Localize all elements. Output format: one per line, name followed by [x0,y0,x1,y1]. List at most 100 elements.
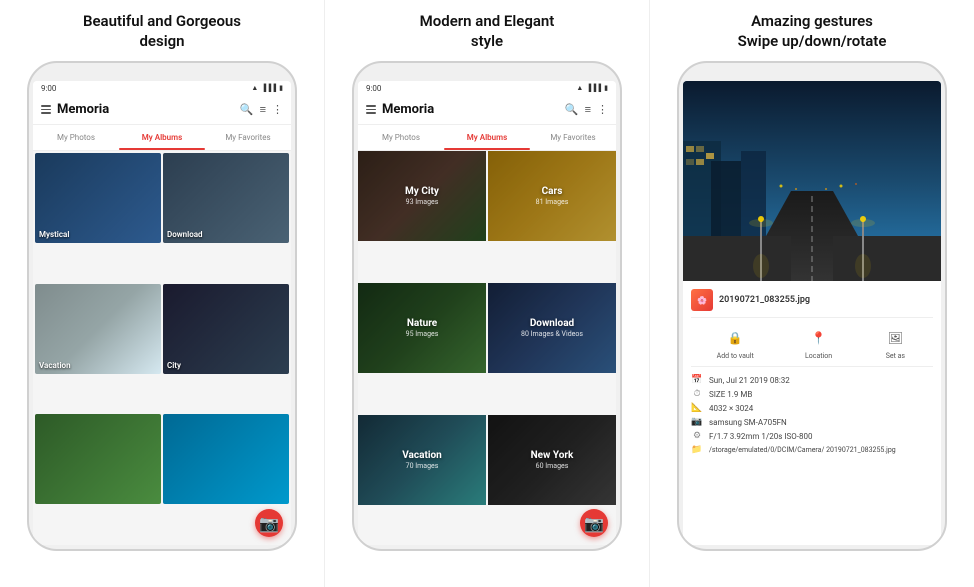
album-ocean[interactable] [163,414,289,504]
setas-label: Set as [886,352,905,360]
album-nature[interactable]: Nature 95 Images [358,283,486,373]
location-btn[interactable]: 📍 Location [805,326,832,360]
album-newyork-name: New York [531,450,574,461]
app-bar-1: Memoria 🔍 ≡ ⋮ [33,95,291,125]
wifi-icon-1: ▲ [251,84,258,92]
tabs-1: My Photos My Albums My Favorites [33,125,291,151]
status-icons-2: ▲ ▐▐▐ ▮ [576,84,608,92]
album-nature-count: 95 Images [406,330,439,338]
file-name-row: 🌸 20190721_083255.jpg [691,289,933,318]
signal-icon-1: ▐▐▐ [261,84,276,92]
album-nature-overlay: Nature 95 Images [358,283,486,373]
search-icon-1[interactable]: 🔍 [240,103,254,116]
filter-icon-2[interactable]: ≡ [585,103,591,116]
fab-1[interactable]: 📷 [255,509,283,537]
photo-hero [683,81,941,281]
album-vacation[interactable]: Vacation [35,284,161,374]
album-mycity[interactable]: My City 93 Images [358,151,486,241]
album-mystical-label: Mystical [39,230,69,239]
album-cars-name: Cars [542,186,563,197]
album-mystical[interactable]: Mystical [35,153,161,243]
status-bar-1: 9:00 ▲ ▐▐▐ ▮ [33,81,291,95]
section-1-title-line2: design [139,32,184,50]
meta-size-text: SIZE 1.9 MB [709,390,752,399]
section-3-title: Amazing gestures Swipe up/down/rotate [738,12,887,51]
album-mycity-overlay: My City 93 Images [358,151,486,241]
album-vacation2-count: 70 Images [406,462,439,470]
album-vacation-label: Vacation [39,361,71,370]
section-2: Modern and Elegant style 9:00 ▲ ▐▐▐ ▮ [325,0,650,587]
album-download2-name: Download [530,318,574,329]
vault-label: Add to vault [717,352,754,360]
more-icon-2[interactable]: ⋮ [597,103,608,116]
album-vacation2-name: Vacation [402,450,442,461]
fab-2[interactable]: 📷 [580,509,608,537]
dims-icon: 📐 [691,403,703,413]
wifi-icon-2: ▲ [576,84,583,92]
phone-3-screen: 🌸 20190721_083255.jpg 🔒 Add to vault 📍 L… [683,81,941,545]
file-icon: 🌸 [691,289,713,311]
album-newyork[interactable]: New York 60 Images [488,415,616,505]
album-cars[interactable]: Cars 81 Images [488,151,616,241]
camera-icon: 📷 [691,417,703,427]
meta-device: 📷 samsung SM-A705FN [691,417,933,427]
album-mycity-count: 93 Images [406,198,439,206]
tab-1-myphotos[interactable]: My Photos [33,125,119,150]
phone-1: 9:00 ▲ ▐▐▐ ▮ Memoria 🔍 ≡ [27,61,297,551]
phone-3: 🌸 20190721_083255.jpg 🔒 Add to vault 📍 L… [677,61,947,551]
phone-2: 9:00 ▲ ▐▐▐ ▮ Memoria 🔍 ≡ ⋮ [352,61,622,551]
meta-date-text: Sun, Jul 21 2019 08:32 [709,376,790,385]
album-nature-name: Nature [407,318,437,329]
app-title-2: Memoria [382,102,565,117]
album-newyork-count: 60 Images [536,462,569,470]
vault-icon: 🔒 [723,326,747,350]
meta-dims: 📐 4032 × 3024 [691,403,933,413]
section-2-title-line2: style [471,32,503,50]
set-as-btn[interactable]: 🖼 Set as [883,326,907,360]
album-vacation2-overlay: Vacation 70 Images [358,415,486,505]
app-bar-icons-2: 🔍 ≡ ⋮ [565,103,608,116]
app-bar-2: Memoria 🔍 ≡ ⋮ [358,95,616,125]
section-1-title: Beautiful and Gorgeous design [83,12,241,51]
album-download[interactable]: Download [163,153,289,243]
phone-2-screen: 9:00 ▲ ▐▐▐ ▮ Memoria 🔍 ≡ ⋮ [358,81,616,545]
setas-icon: 🖼 [883,326,907,350]
album-download2[interactable]: Download 80 Images & Videos [488,283,616,373]
album-city[interactable]: City [163,284,289,374]
album-download2-count: 80 Images & Videos [521,330,583,338]
tab-1-myfavorites[interactable]: My Favorites [205,125,291,150]
filter-icon-1[interactable]: ≡ [260,103,266,116]
album-cars-overlay: Cars 81 Images [488,151,616,241]
search-icon-2[interactable]: 🔍 [565,103,579,116]
album-download-label: Download [167,230,203,239]
tab-1-myalbums[interactable]: My Albums [119,125,205,150]
menu-icon-2[interactable] [366,105,376,114]
file-name: 20190721_083255.jpg [719,295,810,305]
location-icon: 📍 [807,326,831,350]
add-to-vault-btn[interactable]: 🔒 Add to vault [717,326,754,360]
action-row: 🔒 Add to vault 📍 Location 🖼 Set as [691,326,933,367]
meta-settings: ⚙ F/1.7 3.92mm 1/20s ISO-800 [691,431,933,441]
album-vacation2[interactable]: Vacation 70 Images [358,415,486,505]
album-newyork-overlay: New York 60 Images [488,415,616,505]
app-bar-icons-1: 🔍 ≡ ⋮ [240,103,283,116]
menu-icon-1[interactable] [41,105,51,114]
meta-date: 📅 Sun, Jul 21 2019 08:32 [691,375,933,385]
tab-2-myphotos[interactable]: My Photos [358,125,444,150]
tab-2-myfavorites[interactable]: My Favorites [530,125,616,150]
section-1-title-line1: Beautiful and Gorgeous [83,12,241,30]
more-icon-1[interactable]: ⋮ [272,103,283,116]
meta-path: 📁 /storage/emulated/0/DCIM/Camera/ 20190… [691,445,933,455]
tab-2-myalbums[interactable]: My Albums [444,125,530,150]
section-3: Amazing gestures Swipe up/down/rotate [650,0,974,587]
section-1: Beautiful and Gorgeous design 9:00 ▲ ▐▐▐… [0,0,325,587]
page-wrapper: Beautiful and Gorgeous design 9:00 ▲ ▐▐▐… [0,0,974,587]
section-2-title-line1: Modern and Elegant [420,12,555,30]
album-city-label: City [167,361,181,370]
app-title-1: Memoria [57,102,240,117]
album-plants[interactable] [35,414,161,504]
meta-size: ⏱ SIZE 1.9 MB [691,389,933,399]
status-icons-1: ▲ ▐▐▐ ▮ [251,84,283,92]
album-download2-overlay: Download 80 Images & Videos [488,283,616,373]
signal-icon-2: ▐▐▐ [586,84,601,92]
